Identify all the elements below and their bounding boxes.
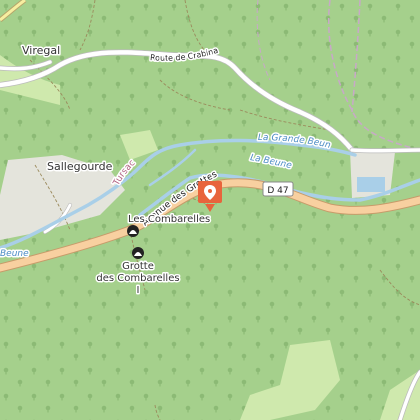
place-label-les-combarelles: Les Combarelles bbox=[128, 214, 210, 225]
map-canvas[interactable]: La Grande Beune La Beune Beune Route de … bbox=[0, 0, 420, 420]
cave-icon[interactable] bbox=[132, 247, 144, 259]
poi-label-grotte-line3: I bbox=[137, 285, 140, 296]
place-label-viregal: Viregal bbox=[22, 44, 60, 57]
pond bbox=[357, 177, 385, 192]
cave-icon[interactable] bbox=[127, 225, 139, 237]
svg-text:D 47: D 47 bbox=[267, 186, 288, 196]
map-svg: La Grande Beune La Beune Beune Route de … bbox=[0, 0, 420, 420]
poi-label-grotte-line1: Grotte bbox=[122, 261, 154, 272]
river-label-beune: Beune bbox=[0, 249, 29, 259]
road-shield-d47: D 47 bbox=[262, 181, 294, 197]
poi-label-grotte-line2: des Combarelles bbox=[96, 273, 179, 284]
place-label-sallegourde: Sallegourde bbox=[47, 160, 113, 173]
